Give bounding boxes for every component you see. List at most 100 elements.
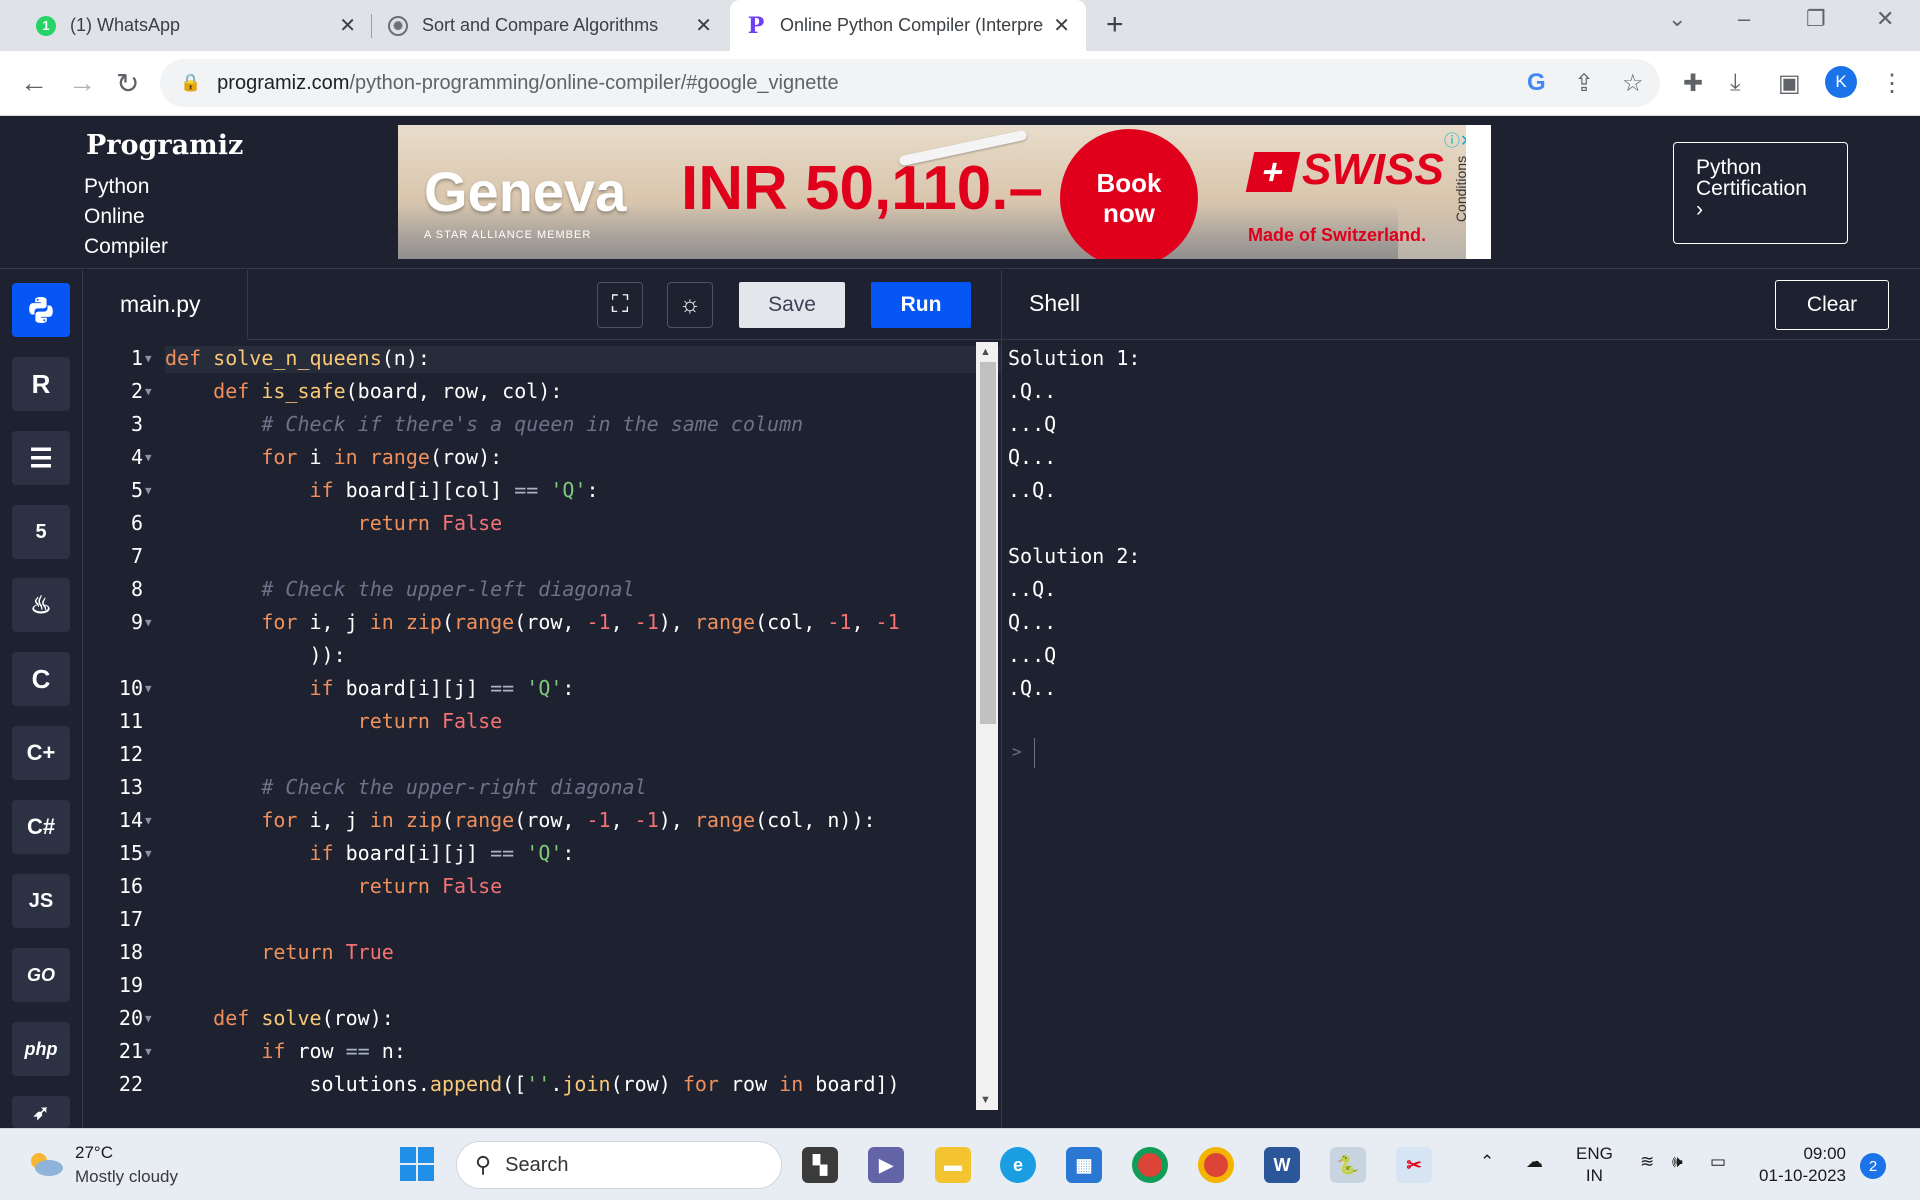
volume-icon[interactable]: 🕪 (1672, 1151, 1683, 1173)
address-bar[interactable]: 🔒 programiz.com/python-programming/onlin… (160, 59, 1660, 107)
task-view-icon[interactable]: ▚ (802, 1147, 838, 1183)
shell-input-caret[interactable] (1034, 738, 1035, 768)
snipping-tool-icon[interactable]: ✂ (1396, 1147, 1432, 1183)
ad-city: Geneva (424, 160, 627, 223)
chevron-down-icon[interactable]: ⌄ (1668, 6, 1686, 32)
editor-scrollbar-thumb[interactable] (980, 362, 996, 724)
tab-sort-compare[interactable]: ✺ Sort and Compare Algorithms ✕ (372, 0, 728, 51)
chevron-up-icon[interactable]: ⌃ (1480, 1151, 1494, 1173)
subtitle-line: Online (84, 205, 145, 228)
download-icon[interactable]: ⤓ (1730, 69, 1741, 97)
run-button[interactable]: Run (871, 282, 971, 328)
language-indicator[interactable]: ENG IN (1576, 1143, 1613, 1187)
taskbar-search[interactable]: ⚲ Search (456, 1141, 782, 1189)
tab-whatsapp[interactable]: 1 (1) WhatsApp ✕ (20, 0, 372, 51)
wifi-icon[interactable]: ≋ (1640, 1151, 1654, 1173)
ad-conditions[interactable]: Conditions (1453, 125, 1491, 259)
back-icon[interactable]: ← (20, 67, 48, 99)
window-close-icon[interactable]: ✕ (1876, 6, 1894, 32)
new-tab-button[interactable]: + (1106, 8, 1124, 42)
html-icon[interactable]: 5 (12, 505, 70, 559)
fold-arrow-icon[interactable]: ▼ (145, 352, 152, 365)
search-placeholder: Search (505, 1153, 569, 1176)
lock-icon: 🔒 (180, 73, 202, 92)
csharp-icon[interactable]: C# (12, 800, 70, 854)
file-tab-main-py[interactable]: main.py (83, 270, 248, 340)
sql-icon[interactable]: ☰ (12, 431, 70, 485)
share-icon[interactable]: ⇪ (1574, 69, 1594, 98)
profile-avatar[interactable]: K (1825, 66, 1857, 98)
clock[interactable]: 09:00 01-10-2023 (1756, 1143, 1846, 1187)
shell-title: Shell (1029, 290, 1081, 316)
scroll-down-icon[interactable]: ▼ (980, 1094, 991, 1106)
line-number: 7 (130, 544, 143, 568)
word-icon[interactable]: W (1264, 1147, 1300, 1183)
code-line: solutions.append([''.join(row) for row i… (165, 1072, 900, 1096)
bookmark-star-icon[interactable]: ☆ (1622, 69, 1644, 98)
fold-arrow-icon[interactable]: ▼ (145, 814, 152, 827)
c-icon[interactable]: C (12, 652, 70, 706)
chevron-right-icon: › (1696, 198, 1703, 221)
book-line: Book (1096, 168, 1162, 198)
close-icon[interactable]: ✕ (339, 13, 356, 38)
code-editor[interactable]: 1 2 3 4 5 6 7 8 9 10 11 12 13 14 15 16 1… (83, 340, 1001, 1128)
fold-arrow-icon[interactable]: ▼ (145, 484, 152, 497)
minimize-icon[interactable]: – (1738, 6, 1750, 32)
ad-book-now-button[interactable]: Book now (1060, 129, 1198, 259)
php-icon[interactable]: php (12, 1022, 70, 1076)
weather-description[interactable]: Mostly cloudy (75, 1167, 178, 1187)
side-panel-icon[interactable]: ▣ (1778, 69, 1801, 98)
r-icon[interactable]: R (12, 357, 70, 411)
extensions-icon[interactable]: ✚ (1683, 69, 1703, 98)
theme-toggle-icon[interactable]: ☼ (667, 282, 713, 328)
windows-start-icon[interactable] (400, 1147, 434, 1181)
forward-icon[interactable]: → (68, 67, 96, 99)
shell-line: Q... (1008, 445, 1057, 469)
programiz-logo[interactable]: Programiz (86, 130, 243, 161)
google-icon[interactable]: G (1527, 69, 1546, 97)
reload-icon[interactable]: ↻ (116, 67, 139, 100)
close-icon[interactable]: ✕ (1053, 13, 1070, 38)
advertisement-banner[interactable]: Geneva A STAR ALLIANCE MEMBER INR 50,110… (398, 125, 1491, 259)
save-button[interactable]: Save (739, 282, 845, 328)
onedrive-icon[interactable]: ☁ (1526, 1151, 1543, 1173)
teams-icon[interactable]: ▶ (868, 1147, 904, 1183)
cpp-icon[interactable]: C+ (12, 726, 70, 780)
python-idle-icon[interactable]: 🐍 (1330, 1147, 1366, 1183)
python-certification-button[interactable]: Python Certification › (1673, 142, 1848, 244)
restore-icon[interactable]: ❐ (1806, 6, 1826, 32)
chrome-icon[interactable] (1132, 1147, 1168, 1183)
close-icon[interactable]: ✕ (695, 13, 712, 38)
battery-icon[interactable]: ▭ (1710, 1151, 1726, 1173)
python-icon[interactable] (12, 283, 70, 337)
javascript-icon[interactable]: JS (12, 874, 70, 928)
fold-arrow-icon[interactable]: ▼ (145, 847, 152, 860)
tab-title: Sort and Compare Algorithms (422, 15, 659, 35)
notification-badge[interactable]: 2 (1860, 1153, 1886, 1179)
code-line: if row == n: (261, 1039, 406, 1063)
code-line: # Check if there's a queen in the same c… (261, 412, 804, 436)
microsoft-store-icon[interactable]: ▦ (1066, 1147, 1102, 1183)
fold-arrow-icon[interactable]: ▼ (145, 1045, 152, 1058)
weather-temperature[interactable]: 27°C (75, 1143, 113, 1163)
scroll-up-icon[interactable]: ▲ (980, 346, 991, 358)
shell-line: .Q.. (1008, 379, 1057, 403)
fold-arrow-icon[interactable]: ▼ (145, 682, 152, 695)
fold-arrow-icon[interactable]: ▼ (145, 451, 152, 464)
fold-arrow-icon[interactable]: ▼ (145, 1012, 152, 1025)
shell-output[interactable]: Solution 1: .Q.. ...Q Q... ..Q. Solution… (1001, 340, 1920, 1128)
go-icon[interactable]: GO (12, 948, 70, 1002)
clear-button[interactable]: Clear (1775, 280, 1889, 330)
edge-icon[interactable]: e (1000, 1147, 1036, 1183)
cloudy-weather-icon[interactable] (27, 1151, 65, 1177)
fullscreen-icon[interactable]: ⛶ (597, 282, 643, 328)
tab-online-python-compiler[interactable]: P Online Python Compiler (Interpre ✕ (730, 0, 1086, 51)
fold-arrow-icon[interactable]: ▼ (145, 616, 152, 629)
menu-kebab-icon[interactable]: ⋮ (1880, 69, 1904, 98)
fold-arrow-icon[interactable]: ▼ (145, 385, 152, 398)
swift-icon[interactable]: ➶ (12, 1096, 70, 1128)
code-line: if board[i][j] == 'Q': (309, 676, 575, 700)
java-icon[interactable]: ♨ (12, 578, 70, 632)
file-explorer-icon[interactable]: ▬ (935, 1147, 971, 1183)
chrome-profile-icon[interactable] (1198, 1147, 1234, 1183)
